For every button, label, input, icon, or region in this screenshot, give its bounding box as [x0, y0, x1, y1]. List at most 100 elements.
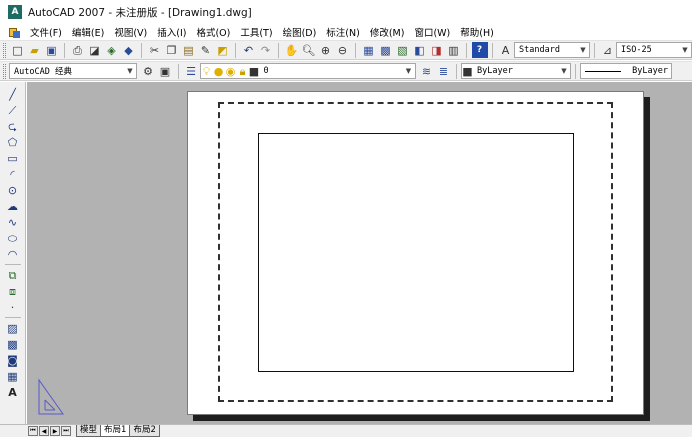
document-menu-icon[interactable] — [8, 26, 22, 39]
point-icon[interactable]: · — [5, 299, 21, 315]
hatch-icon[interactable]: ▨ — [5, 320, 21, 336]
workspace-settings-icon[interactable]: ⚙ — [140, 63, 156, 79]
polyline-icon[interactable]: ⮎ — [5, 118, 21, 134]
layout-tab-bar: ⏮ ◀ ▶ ⏭ 模型 布局1 布局2 — [0, 424, 692, 437]
tab-layout1[interactable]: 布局1 — [100, 425, 131, 437]
ellipse-arc-icon[interactable]: ◠ — [5, 246, 21, 262]
toolbar-grip[interactable] — [3, 63, 6, 79]
layer-select[interactable]: 💡︎ ● ◉ 🔒︎ ■ 0 ▼ — [199, 63, 416, 79]
quickcalc-icon[interactable]: ▥ — [446, 42, 462, 58]
ellipse-icon[interactable]: ⬭ — [5, 230, 21, 246]
match-properties-icon[interactable]: ✎ — [198, 42, 214, 58]
toolbar-grip[interactable] — [3, 42, 6, 58]
workspace-save-icon[interactable]: ▣ — [157, 63, 173, 79]
linetype-select[interactable]: ByLayer — [580, 63, 672, 79]
menu-dimension[interactable]: 标注(N) — [321, 25, 365, 39]
publish-icon[interactable]: ◈ — [104, 42, 120, 58]
tab-navigation: ⏮ ◀ ▶ ⏭ — [28, 426, 72, 436]
pan-icon[interactable]: ✋ — [284, 42, 300, 58]
spline-icon[interactable]: ∿ — [5, 214, 21, 230]
menu-modify[interactable]: 修改(M) — [365, 25, 410, 39]
workspace-select[interactable]: AutoCAD 经典 ▼ — [9, 63, 137, 79]
zoom-previous-icon[interactable]: ⊖ — [335, 42, 351, 58]
dim-style-select[interactable]: ISO-25 ▼ — [616, 42, 692, 58]
color-swatch-icon: ■ — [462, 64, 473, 78]
menu-draw[interactable]: 绘图(D) — [278, 25, 322, 39]
cut-icon[interactable]: ✂ — [147, 42, 163, 58]
last-tab-icon[interactable]: ⏭ — [61, 426, 71, 436]
make-block-icon[interactable]: ⧈ — [5, 283, 21, 299]
menu-tools[interactable]: 工具(T) — [235, 25, 277, 39]
layer-previous-icon[interactable]: ≣ — [436, 63, 452, 79]
layer-manager-icon[interactable]: ☰ — [183, 63, 199, 79]
autocad-logo-icon: A — [8, 5, 22, 19]
tab-layout2[interactable]: 布局2 — [129, 425, 160, 437]
chevron-down-icon: ▼ — [580, 46, 586, 54]
properties-icon[interactable]: ▦ — [361, 42, 377, 58]
gradient-icon[interactable]: ▩ — [5, 336, 21, 352]
layer-on-icon: 💡︎ — [202, 64, 211, 78]
polygon-icon[interactable]: ⬠ — [5, 134, 21, 150]
make-object-layer-current-icon[interactable]: ≋ — [419, 63, 435, 79]
menu-insert[interactable]: 插入(I) — [152, 25, 191, 39]
menu-help[interactable]: 帮助(H) — [455, 25, 499, 39]
line-icon[interactable]: ╱ — [5, 86, 21, 102]
paste-icon[interactable]: ▤ — [181, 42, 197, 58]
menu-file[interactable]: 文件(F) — [25, 25, 67, 39]
region-icon[interactable]: ◙ — [5, 352, 21, 368]
menu-edit[interactable]: 编辑(E) — [67, 25, 109, 39]
dim-style-icon: ⊿ — [602, 43, 613, 57]
plot-preview-icon[interactable]: ◪ — [87, 42, 103, 58]
open-icon[interactable]: ▰ — [27, 42, 43, 58]
separator — [492, 42, 493, 58]
sheet-set-icon[interactable]: ◧ — [412, 42, 428, 58]
zoom-window-icon[interactable]: ⊕ — [318, 42, 334, 58]
multiline-text-icon[interactable]: A — [5, 384, 21, 400]
ucs-icon — [38, 378, 64, 415]
tool-palettes-icon[interactable]: ▧ — [395, 42, 411, 58]
arc-icon[interactable]: ◜ — [5, 166, 21, 182]
save-icon[interactable]: ▣ — [44, 42, 60, 58]
layer-lock-icon: 🔒︎ — [239, 64, 246, 78]
layout-viewport[interactable] — [258, 133, 574, 372]
revision-cloud-icon[interactable]: ☁ — [5, 198, 21, 214]
design-center-icon[interactable]: ▩ — [378, 42, 394, 58]
linetype-sample — [585, 70, 621, 72]
menu-format[interactable]: 格式(O) — [191, 25, 235, 39]
draw-toolbar: ╱ ⟋ ⮎ ⬠ ▭ ◜ ⊙ ☁ ∿ ⬭ ◠ ⧉ ⧈ · ▨ ▩ ◙ ▦ A — [0, 82, 26, 424]
3d-dwf-icon[interactable]: ◆ — [121, 42, 137, 58]
redo-icon[interactable]: ↷ — [258, 42, 274, 58]
copy-icon[interactable]: ❐ — [164, 42, 180, 58]
next-tab-icon[interactable]: ▶ — [50, 426, 60, 436]
table-icon[interactable]: ▦ — [5, 368, 21, 384]
markup-icon[interactable]: ◨ — [429, 42, 445, 58]
color-select[interactable]: ■ ByLayer ▼ — [461, 63, 571, 79]
help-icon[interactable]: ? — [471, 42, 488, 58]
zoom-realtime-icon[interactable]: 🔍︎ — [301, 42, 317, 58]
chevron-down-icon: ▼ — [682, 46, 688, 54]
separator — [594, 42, 595, 58]
text-style-select[interactable]: Standard ▼ — [514, 42, 590, 58]
rectangle-icon[interactable]: ▭ — [5, 150, 21, 166]
menu-view[interactable]: 视图(V) — [109, 25, 152, 39]
menu-bar: 文件(F) 编辑(E) 视图(V) 插入(I) 格式(O) 工具(T) 绘图(D… — [0, 24, 692, 40]
separator — [575, 63, 576, 79]
new-icon[interactable]: □ — [10, 42, 26, 58]
separator — [355, 42, 356, 58]
title-bar: A AutoCAD 2007 - 未注册版 - [Drawing1.dwg] — [0, 0, 692, 24]
block-editor-icon[interactable]: ◩ — [215, 42, 231, 58]
chevron-down-icon: ▼ — [127, 67, 133, 75]
drawing-area[interactable] — [27, 82, 692, 424]
first-tab-icon[interactable]: ⏮ — [28, 426, 38, 436]
separator — [177, 63, 179, 79]
undo-icon[interactable]: ↶ — [241, 42, 257, 58]
plot-icon[interactable]: ⎙ — [70, 42, 86, 58]
circle-icon[interactable]: ⊙ — [5, 182, 21, 198]
menu-window[interactable]: 窗口(W) — [409, 25, 455, 39]
separator — [235, 42, 236, 58]
previous-tab-icon[interactable]: ◀ — [39, 426, 49, 436]
tab-model[interactable]: 模型 — [76, 425, 102, 437]
construction-line-icon[interactable]: ⟋ — [5, 102, 21, 118]
text-style-icon: A — [501, 43, 510, 57]
insert-block-icon[interactable]: ⧉ — [5, 267, 21, 283]
